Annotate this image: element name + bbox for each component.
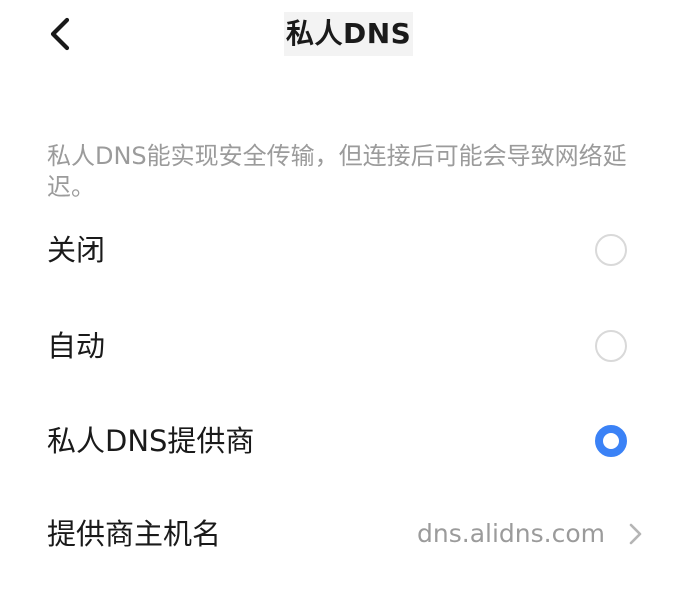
option-off-label: 关闭 <box>47 233 106 267</box>
back-chevron-icon <box>50 17 70 51</box>
option-provider-row[interactable]: 私人DNS提供商 <box>0 409 690 473</box>
option-off-row[interactable]: 关闭 <box>0 218 690 282</box>
provider-hostname-row[interactable]: 提供商主机名 dns.alidns.com <box>0 502 690 566</box>
chevron-right-icon <box>629 523 642 545</box>
page-title: 私人DNS <box>284 12 414 56</box>
provider-hostname-label: 提供商主机名 <box>47 517 222 551</box>
option-auto-row[interactable]: 自动 <box>0 314 690 378</box>
option-provider-label: 私人DNS提供商 <box>47 424 255 458</box>
top-bar: 私人DNS <box>0 0 690 70</box>
option-off-radio[interactable] <box>595 234 627 266</box>
back-button[interactable] <box>38 12 82 56</box>
option-provider-radio[interactable] <box>595 425 627 457</box>
private-dns-description: 私人DNS能实现安全传输，但连接后可能会导致网络延迟。 <box>47 142 627 201</box>
provider-hostname-value: dns.alidns.com <box>417 519 605 548</box>
option-auto-label: 自动 <box>47 329 106 363</box>
option-auto-radio[interactable] <box>595 330 627 362</box>
